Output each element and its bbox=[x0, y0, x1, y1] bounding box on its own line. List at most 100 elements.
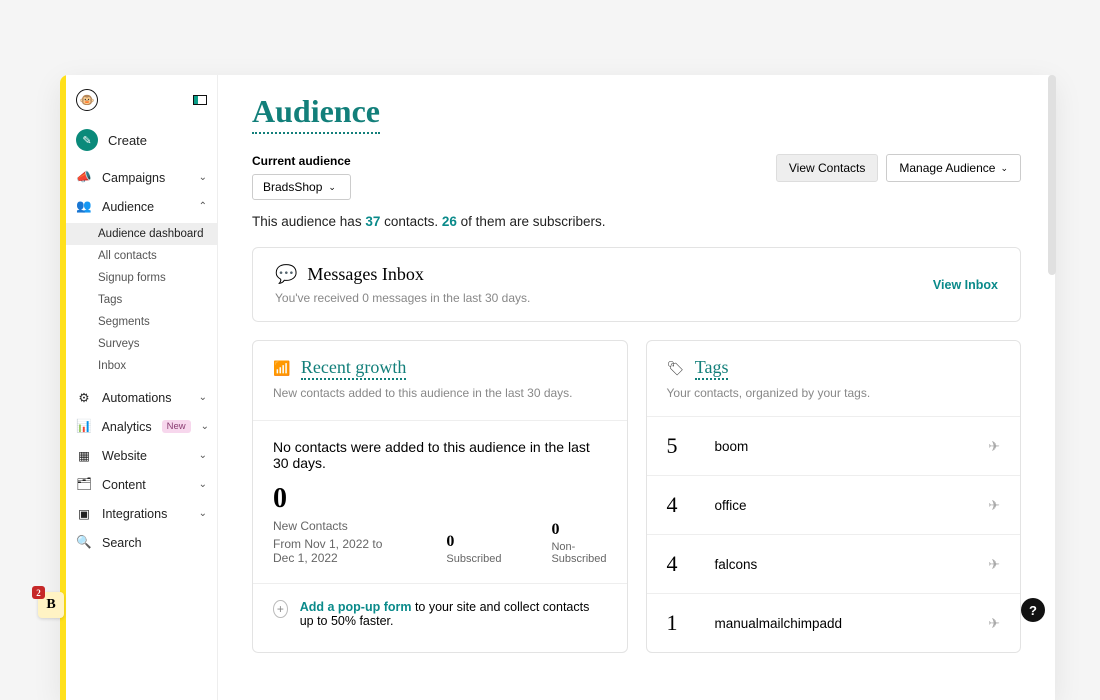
messages-inbox-card: 💬 Messages Inbox You've received 0 messa… bbox=[252, 247, 1021, 322]
view-inbox-link[interactable]: View Inbox bbox=[933, 278, 998, 292]
scrollbar[interactable] bbox=[1048, 75, 1056, 275]
nonsubscribed-label: Non-Subscribed bbox=[551, 541, 606, 565]
subnav-tags[interactable]: Tags bbox=[66, 289, 217, 311]
subnav-segments[interactable]: Segments bbox=[66, 311, 217, 333]
sidebar-item-integrations[interactable]: ▣ Integrations ⌄ bbox=[66, 499, 217, 528]
recent-growth-title[interactable]: Recent growth bbox=[301, 357, 406, 380]
nav-label: Integrations bbox=[102, 507, 189, 521]
content-icon: 🗂 bbox=[76, 477, 92, 492]
recent-growth-card: 📶 Recent growth New contacts added to th… bbox=[252, 340, 628, 653]
send-icon[interactable]: ✈ bbox=[988, 497, 1000, 514]
sidebar-item-website[interactable]: ▦ Website ⌄ bbox=[66, 441, 217, 470]
send-icon[interactable]: ✈ bbox=[988, 556, 1000, 573]
audience-name: BradsShop bbox=[263, 180, 322, 194]
subscribers-count: 26 bbox=[442, 214, 457, 229]
send-icon[interactable]: ✈ bbox=[988, 615, 1000, 632]
sidebar-item-campaigns[interactable]: 📣 Campaigns ⌄ bbox=[66, 163, 217, 192]
page-title: Audience bbox=[252, 93, 380, 134]
help-button[interactable]: ? bbox=[1021, 598, 1045, 622]
chevron-down-icon: ⌄ bbox=[1000, 163, 1008, 174]
subscribed-number: 0 bbox=[446, 533, 501, 551]
button-label: Manage Audience bbox=[899, 161, 995, 175]
subnav-signup-forms[interactable]: Signup forms bbox=[66, 267, 217, 289]
tags-subtitle: Your contacts, organized by your tags. bbox=[667, 386, 1001, 400]
summary-text: This audience has bbox=[252, 214, 365, 229]
notification-count: 2 bbox=[32, 586, 45, 599]
audience-toolbar: Current audience BradsShop ⌄ View Contac… bbox=[252, 154, 1021, 200]
summary-text: contacts. bbox=[380, 214, 442, 229]
search-icon: 🔍 bbox=[76, 535, 92, 550]
audience-summary: This audience has 37 contacts. 26 of the… bbox=[252, 214, 1021, 229]
tag-count: 1 bbox=[667, 610, 691, 636]
tag-name: boom bbox=[715, 439, 965, 454]
subnav-all-contacts[interactable]: All contacts bbox=[66, 245, 217, 267]
subnav-inbox[interactable]: Inbox bbox=[66, 355, 217, 377]
add-popup-form-link[interactable]: Add a pop-up form bbox=[300, 600, 412, 614]
messages-subtitle: You've received 0 messages in the last 3… bbox=[275, 291, 530, 305]
send-icon[interactable]: ✈ bbox=[988, 438, 1000, 455]
button-label: View Contacts bbox=[789, 161, 865, 175]
tag-row[interactable]: 5 boom ✈ bbox=[647, 417, 1021, 476]
nav-label: Automations bbox=[102, 391, 189, 405]
tag-name: office bbox=[715, 498, 965, 513]
tag-icon: 🏷 bbox=[667, 360, 685, 376]
date-range: From Nov 1, 2022 to Dec 1, 2022 bbox=[273, 537, 396, 565]
automation-icon: ⚙ bbox=[76, 390, 92, 405]
nonsubscribed-number: 0 bbox=[551, 521, 606, 539]
chevron-down-icon: ⌄ bbox=[201, 421, 209, 432]
people-icon: 👥 bbox=[76, 199, 92, 214]
plus-icon[interactable]: + bbox=[273, 600, 288, 618]
nav-label: Website bbox=[102, 449, 189, 463]
create-label: Create bbox=[108, 133, 147, 148]
sidebar-item-automations[interactable]: ⚙ Automations ⌄ bbox=[66, 383, 217, 412]
nav-label: Audience bbox=[102, 200, 189, 214]
chevron-down-icon: ⌄ bbox=[199, 450, 207, 461]
sidebar-item-audience[interactable]: 👥 Audience ⌃ bbox=[66, 192, 217, 221]
nav-label: Campaigns bbox=[102, 171, 189, 185]
tag-row[interactable]: 4 office ✈ bbox=[647, 476, 1021, 535]
inbox-icon: 💬 bbox=[275, 264, 297, 285]
messages-title: Messages Inbox bbox=[307, 264, 423, 285]
sidebar-item-analytics[interactable]: 📊 Analytics New ⌄ bbox=[66, 412, 217, 441]
chevron-up-icon: ⌃ bbox=[199, 201, 207, 212]
nav-label: Search bbox=[102, 536, 207, 550]
chevron-down-icon: ⌄ bbox=[328, 182, 336, 193]
brand-b-badge[interactable]: 2 B bbox=[38, 592, 64, 618]
tag-row[interactable]: 1 manualmailchimpadd ✈ bbox=[647, 594, 1021, 652]
summary-text: of them are subscribers. bbox=[457, 214, 606, 229]
sidebar-item-search[interactable]: 🔍 Search bbox=[66, 528, 217, 557]
subscribed-label: Subscribed bbox=[446, 553, 501, 565]
nav-label: Analytics bbox=[102, 420, 152, 434]
audience-subnav: Audience dashboard All contacts Signup f… bbox=[66, 221, 217, 383]
tag-row[interactable]: 4 falcons ✈ bbox=[647, 535, 1021, 594]
tags-title[interactable]: Tags bbox=[695, 357, 729, 380]
tags-list: 5 boom ✈ 4 office ✈ 4 falcons ✈ bbox=[647, 416, 1021, 652]
mailchimp-logo-icon[interactable]: 🐵 bbox=[76, 89, 98, 111]
app-window: 🐵 ✎ Create 📣 Campaigns ⌄ 👥 Audience ⌃ Au… bbox=[60, 75, 1055, 700]
bar-chart-icon: 📶 bbox=[273, 360, 290, 376]
audience-selector[interactable]: BradsShop ⌄ bbox=[252, 174, 351, 200]
recent-growth-subtitle: New contacts added to this audience in t… bbox=[273, 386, 607, 400]
subnav-surveys[interactable]: Surveys bbox=[66, 333, 217, 355]
collapse-sidebar-icon[interactable] bbox=[193, 95, 207, 105]
grid-icon: ▣ bbox=[76, 506, 92, 521]
chevron-down-icon: ⌄ bbox=[199, 392, 207, 403]
current-audience-label: Current audience bbox=[252, 154, 351, 168]
chevron-down-icon: ⌄ bbox=[199, 508, 207, 519]
tag-count: 4 bbox=[667, 492, 691, 518]
view-contacts-button[interactable]: View Contacts bbox=[776, 154, 878, 182]
new-contacts-number: 0 bbox=[273, 483, 396, 515]
manage-audience-button[interactable]: Manage Audience ⌄ bbox=[886, 154, 1021, 182]
tags-card: 🏷 Tags Your contacts, organized by your … bbox=[646, 340, 1022, 653]
brand-b-letter: B bbox=[46, 597, 55, 613]
pencil-icon: ✎ bbox=[76, 129, 98, 151]
new-contacts-label: New Contacts bbox=[273, 519, 396, 533]
main-content: Audience Current audience BradsShop ⌄ Vi… bbox=[218, 75, 1055, 700]
create-button[interactable]: ✎ Create bbox=[66, 123, 217, 163]
no-contacts-message: No contacts were added to this audience … bbox=[273, 439, 607, 471]
new-badge: New bbox=[162, 420, 191, 433]
sidebar-item-content[interactable]: 🗂 Content ⌄ bbox=[66, 470, 217, 499]
chevron-down-icon: ⌄ bbox=[199, 172, 207, 183]
nav-label: Content bbox=[102, 478, 189, 492]
subnav-audience-dashboard[interactable]: Audience dashboard bbox=[66, 223, 217, 245]
